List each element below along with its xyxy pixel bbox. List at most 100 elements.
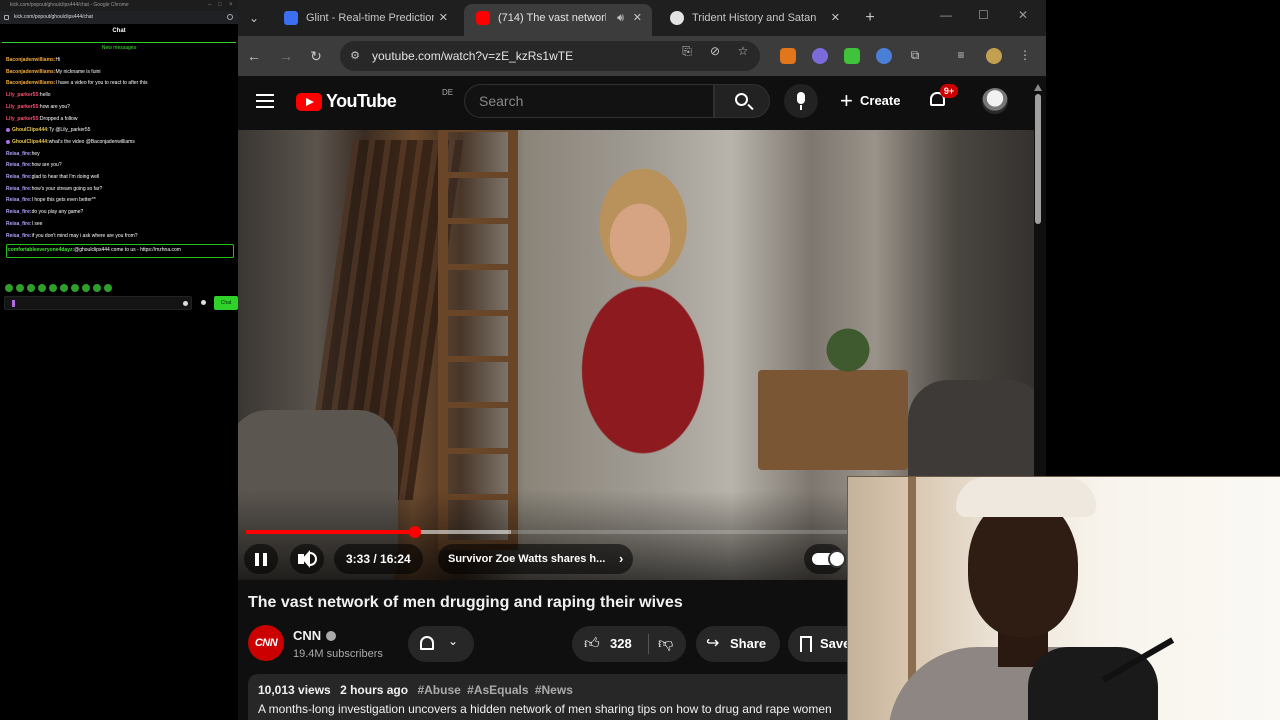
chat-username[interactable]: Baconjadenwilliams: (6, 69, 55, 75)
close-window-icon[interactable]: ✕ (1018, 8, 1028, 22)
like-count[interactable]: 328 (610, 626, 632, 662)
chat-username[interactable]: Baconjadenwilliams: (6, 57, 55, 63)
chat-username[interactable]: Lily_parker55: (6, 116, 40, 122)
account-avatar[interactable] (982, 88, 1008, 114)
chat-username[interactable]: Reisa_fire: (6, 233, 32, 239)
minimize-icon[interactable]: – (208, 0, 211, 11)
notifications-bell-icon[interactable]: 9+ (928, 84, 958, 110)
autoplay-toggle[interactable] (804, 544, 846, 574)
puzzle-icon[interactable]: ⧉ (908, 48, 922, 62)
emote-icon[interactable] (27, 284, 35, 292)
chat-username[interactable]: GhoulClips444: (12, 139, 49, 145)
close-tab-icon[interactable]: ✕ (633, 4, 642, 32)
chat-header: Chat (0, 24, 238, 38)
metamask-extension-icon[interactable] (780, 48, 796, 64)
emote-icon[interactable] (60, 284, 68, 292)
profile-avatar[interactable] (986, 48, 1002, 64)
back-icon[interactable]: ← (244, 46, 264, 66)
chat-username[interactable]: Lily_parker55: (6, 104, 40, 110)
install-app-icon[interactable]: ⎘ (680, 44, 694, 58)
pause-icon[interactable] (244, 544, 278, 574)
chat-username[interactable]: Reisa_fire: (6, 174, 32, 180)
chat-emote-bar (5, 284, 112, 292)
forward-icon[interactable]: → (276, 46, 296, 66)
thumbs-down-icon[interactable]: 👎︎ (658, 635, 673, 653)
bookmark-star-icon[interactable]: ☆ (736, 44, 750, 58)
kebab-menu-icon[interactable]: ⋮ (1018, 48, 1032, 62)
emote-icon[interactable] (93, 284, 101, 292)
youtube-wordmark: YouTube (326, 91, 397, 111)
maximize-icon[interactable]: ☐ (978, 8, 989, 22)
emote-icon[interactable] (71, 284, 79, 292)
speaker-icon[interactable]: 🔊︎ (617, 4, 624, 32)
emote-icon[interactable] (38, 284, 46, 292)
site-info-icon[interactable]: ⚙ (348, 49, 362, 63)
chat-username[interactable]: Baconjadenwilliams: (6, 80, 55, 86)
chat-message-input[interactable] (4, 296, 192, 310)
chat-message: Baconjadenwilliams:My nickname is fuini (6, 67, 234, 79)
emoji-icon[interactable] (183, 301, 188, 306)
chat-message: Reisa_fire:glad to hear that I'm doing w… (6, 172, 234, 184)
search-button[interactable] (714, 84, 770, 118)
channel-name[interactable]: CNN (293, 628, 321, 643)
webcam-overlay (847, 476, 1280, 720)
chat-username[interactable]: Reisa_fire: (6, 221, 32, 227)
search-input[interactable]: Search (464, 84, 714, 118)
hashtag-link[interactable]: #AsEquals (467, 683, 528, 697)
chat-message-text: how are you? (39, 103, 70, 110)
hamburger-menu-icon[interactable] (256, 94, 274, 108)
gear-icon[interactable] (201, 300, 206, 305)
emote-icon[interactable] (82, 284, 90, 292)
chat-message: Baconjadenwilliams:I have a video for yo… (6, 78, 234, 90)
chat-username[interactable]: comfortableeveryone4dayz: (8, 247, 74, 253)
subscription-bell-button[interactable]: ⌄ (408, 626, 474, 662)
site-info-icon[interactable] (4, 15, 9, 20)
tab-youtube[interactable]: (714) The vast network o 🔊︎ ✕ (464, 4, 652, 36)
maximize-icon[interactable]: □ (218, 0, 222, 11)
chat-send-button[interactable]: Chat (214, 296, 238, 310)
new-messages-divider[interactable]: New messages (2, 42, 236, 53)
chat-username[interactable]: Reisa_fire: (6, 186, 32, 192)
thumbs-up-icon[interactable]: 👍︎ (584, 635, 600, 653)
scrollbar-thumb[interactable] (1035, 94, 1041, 224)
media-control-icon[interactable]: ≡ (954, 48, 968, 62)
extension-icon[interactable] (876, 48, 892, 64)
voice-search-mic-icon[interactable] (784, 84, 818, 118)
reload-icon[interactable]: ↻ (306, 46, 326, 66)
tab-trident[interactable]: Trident History and Satan ✕ (658, 4, 850, 32)
divider (648, 634, 649, 654)
chat-username[interactable]: Reisa_fire: (6, 209, 32, 215)
chat-username[interactable]: GhoulClips444: (12, 127, 49, 133)
chat-username[interactable]: Reisa_fire: (6, 151, 32, 157)
chat-username[interactable]: Reisa_fire: (6, 197, 32, 203)
hashtag-link[interactable]: #Abuse (417, 683, 460, 697)
new-tab-button[interactable]: + (858, 4, 882, 32)
chat-address-bar[interactable]: kick.com/popout/ghoulclips444/chat (0, 11, 238, 24)
emote-icon[interactable] (104, 284, 112, 292)
emote-icon[interactable] (16, 284, 24, 292)
scroll-up-arrow-icon[interactable] (1034, 84, 1042, 91)
address-url[interactable]: youtube.com/watch?v=zE_kzRs1wTE (372, 41, 573, 71)
chat-message: Baconjadenwilliams:Hi (6, 55, 234, 67)
hashtag-link[interactable]: #News (535, 683, 573, 697)
close-icon[interactable]: × (229, 0, 233, 11)
close-tab-icon[interactable]: ✕ (831, 4, 840, 32)
chat-username[interactable]: Reisa_fire: (6, 162, 32, 168)
tab-search-icon[interactable]: ⌄ (242, 6, 266, 30)
share-button[interactable]: ↪ Share (696, 626, 780, 662)
emote-icon[interactable] (5, 284, 13, 292)
create-button[interactable]: + Create (838, 84, 900, 118)
volume-icon[interactable] (290, 544, 324, 574)
eye-icon[interactable] (227, 14, 233, 20)
minimize-icon[interactable]: — (940, 8, 952, 22)
address-bar[interactable]: ⚙ youtube.com/watch?v=zE_kzRs1wTE (340, 41, 760, 71)
extension-icon[interactable] (812, 48, 828, 64)
extension-icon[interactable] (844, 48, 860, 64)
close-tab-icon[interactable]: ✕ (439, 4, 448, 32)
chat-username[interactable]: Lily_parker55: (6, 92, 40, 98)
channel-avatar[interactable]: CNN (248, 625, 284, 661)
chapter-button[interactable]: Survivor Zoe Watts shares h... › (438, 544, 634, 574)
emote-icon[interactable] (49, 284, 57, 292)
tab-glint[interactable]: Glint - Real-time Prediction ✕ (272, 4, 458, 32)
eye-slash-icon[interactable]: ⊘ (708, 44, 722, 58)
